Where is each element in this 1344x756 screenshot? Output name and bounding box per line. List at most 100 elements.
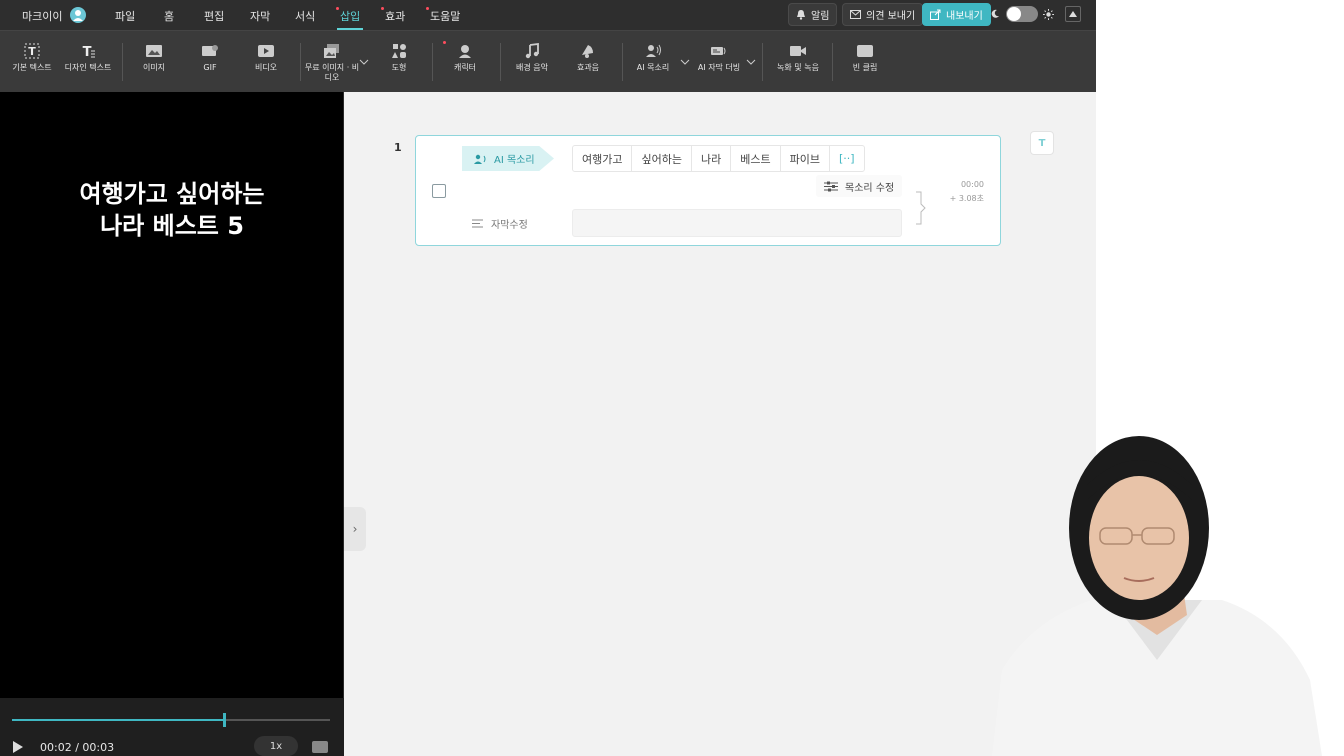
clip-duration: + 3.08초 xyxy=(949,194,984,203)
tool-stock-media[interactable]: 무료 이미지 · 비디오 xyxy=(302,43,362,83)
tool-label: 녹화 및 녹음 xyxy=(777,63,819,72)
toggle-knob xyxy=(1007,7,1021,21)
menu-subtitle[interactable]: 자막 xyxy=(250,8,270,24)
subtitle-edit-toggle[interactable]: 자막수정 xyxy=(472,216,528,231)
play-icon[interactable] xyxy=(12,740,24,754)
export-button[interactable]: 내보내기 xyxy=(922,3,991,26)
new-badge-dot xyxy=(336,7,339,10)
notify-label: 알림 xyxy=(811,11,830,22)
tool-design-text[interactable]: T 디자인 텍스트 xyxy=(58,43,118,73)
menu-edit[interactable]: 편집 xyxy=(204,8,224,24)
word-chip[interactable]: 베스트 xyxy=(731,146,781,171)
tool-record[interactable]: 녹화 및 녹음 xyxy=(768,43,828,73)
sun-icon xyxy=(1043,9,1054,20)
ai-voice-label: AI 목소리 xyxy=(494,155,535,166)
menu-file[interactable]: 파일 xyxy=(115,8,135,24)
divider xyxy=(762,43,763,81)
export-label: 내보내기 xyxy=(946,11,983,22)
clip-checkbox[interactable] xyxy=(432,184,446,198)
shapes-icon xyxy=(390,43,408,59)
new-badge-dot xyxy=(426,7,429,10)
tool-blank-clip[interactable]: 빈 클립 xyxy=(835,43,895,73)
menu-effects[interactable]: 효과 xyxy=(381,7,406,24)
feedback-button[interactable]: 의견 보내기 xyxy=(842,3,924,26)
mail-icon xyxy=(850,10,861,19)
clip-start-time: 00:00 xyxy=(960,180,984,189)
stock-media-icon xyxy=(323,43,341,59)
tool-label: 캐릭터 xyxy=(453,63,477,72)
chevron-down-icon[interactable] xyxy=(359,57,369,67)
menu-insert[interactable]: 삽입 xyxy=(336,7,364,30)
gif-icon xyxy=(201,43,219,59)
tool-label: 무료 이미지 · 비디오 xyxy=(304,63,360,82)
tool-character[interactable]: 캐릭터 xyxy=(435,41,495,73)
ai-voice-icon xyxy=(474,154,486,164)
ai-voice-tag[interactable]: AI 목소리 xyxy=(462,146,554,171)
preview-title: 여행가고 싶어하는 나라 베스트 5 xyxy=(0,178,344,242)
clip-timing: 00:00 + 3.08초 xyxy=(936,178,984,206)
word-chips: 여행가고 싶어하는 나라 베스트 파이브 [··] xyxy=(572,145,865,172)
title-line-2: 나라 베스트 5 xyxy=(100,212,244,240)
tool-shapes[interactable]: 도형 xyxy=(369,43,429,73)
seek-bar[interactable] xyxy=(12,713,330,727)
tool-label: GIF xyxy=(203,63,217,72)
tool-music[interactable]: 배경 음악 xyxy=(502,43,562,73)
tool-label: 효과음 xyxy=(576,63,600,72)
menu-effects-label: 효과 xyxy=(385,10,406,23)
tool-gif[interactable]: GIF xyxy=(180,43,240,73)
chevron-down-icon[interactable] xyxy=(746,57,756,67)
player-controls: 00:02 / 00:03 1x xyxy=(0,698,344,756)
menu-help[interactable]: 도움말 xyxy=(426,7,461,24)
tool-image[interactable]: 이미지 xyxy=(124,43,184,73)
clip-card[interactable]: AI 목소리 여행가고 싶어하는 나라 베스트 파이브 [··] 목소리 수정 … xyxy=(415,135,1001,246)
theme-toggle[interactable] xyxy=(1006,6,1038,22)
panel-toggle-button[interactable]: › xyxy=(344,507,366,551)
image-icon xyxy=(145,43,163,59)
menu-format[interactable]: 서식 xyxy=(295,8,315,24)
new-badge-dot xyxy=(381,7,384,10)
design-text-icon: T xyxy=(79,43,97,59)
user-avatar-icon[interactable] xyxy=(70,7,86,23)
sound-effect-icon xyxy=(579,43,597,59)
word-chip[interactable]: 싶어하는 xyxy=(632,146,692,171)
collapse-toolbar-button[interactable] xyxy=(1065,6,1081,22)
moon-icon xyxy=(991,9,999,18)
tool-label: 디자인 텍스트 xyxy=(64,63,112,72)
word-chip[interactable]: 나라 xyxy=(692,146,732,171)
text-style-button[interactable]: T xyxy=(1030,131,1054,155)
tool-label: AI 목소리 xyxy=(636,63,670,72)
speed-button[interactable]: 1x xyxy=(254,736,298,756)
clip-number: 1 xyxy=(394,141,402,154)
seek-handle[interactable] xyxy=(223,713,227,727)
tool-video[interactable]: 비디오 xyxy=(236,43,296,73)
insert-pause-chip[interactable]: [··] xyxy=(830,146,864,171)
ai-dubbing-icon xyxy=(710,43,728,59)
svg-text:T: T xyxy=(28,45,36,58)
new-badge-dot xyxy=(443,41,446,44)
caption-icon[interactable] xyxy=(312,741,328,753)
tool-basic-text[interactable]: T 기본 텍스트 xyxy=(2,43,62,73)
subtitle-input[interactable] xyxy=(572,209,902,237)
video-icon xyxy=(257,43,275,59)
user-name[interactable]: 마크이이 xyxy=(22,8,62,24)
caret-up-icon xyxy=(1069,11,1077,17)
menu-help-label: 도움말 xyxy=(430,10,461,23)
tool-label: 비디오 xyxy=(254,63,278,72)
tool-ai-dubbing[interactable]: AI 자막 더빙 xyxy=(689,43,749,73)
divider xyxy=(832,43,833,81)
notify-button[interactable]: 알림 xyxy=(788,3,838,26)
bell-icon xyxy=(797,10,805,20)
seek-progress xyxy=(12,719,225,721)
playback-time: 00:02 / 00:03 xyxy=(40,741,115,754)
tool-sound-effect[interactable]: 효과음 xyxy=(558,43,618,73)
voice-edit-label: 목소리 수정 xyxy=(845,182,895,194)
divider xyxy=(122,43,123,81)
word-chip[interactable]: 여행가고 xyxy=(573,146,633,171)
word-chip[interactable]: 파이브 xyxy=(781,146,830,171)
record-icon xyxy=(789,43,807,59)
menu-home[interactable]: 홈 xyxy=(164,8,174,24)
tool-ai-voice[interactable]: AI 목소리 xyxy=(623,43,683,73)
editor-app: 마크이이 파일 홈 편집 자막 서식 삽입 효과 도움말 알림 의견 보내기 내… xyxy=(0,0,1096,756)
music-icon xyxy=(523,43,541,59)
voice-edit-button[interactable]: 목소리 수정 xyxy=(816,175,903,197)
